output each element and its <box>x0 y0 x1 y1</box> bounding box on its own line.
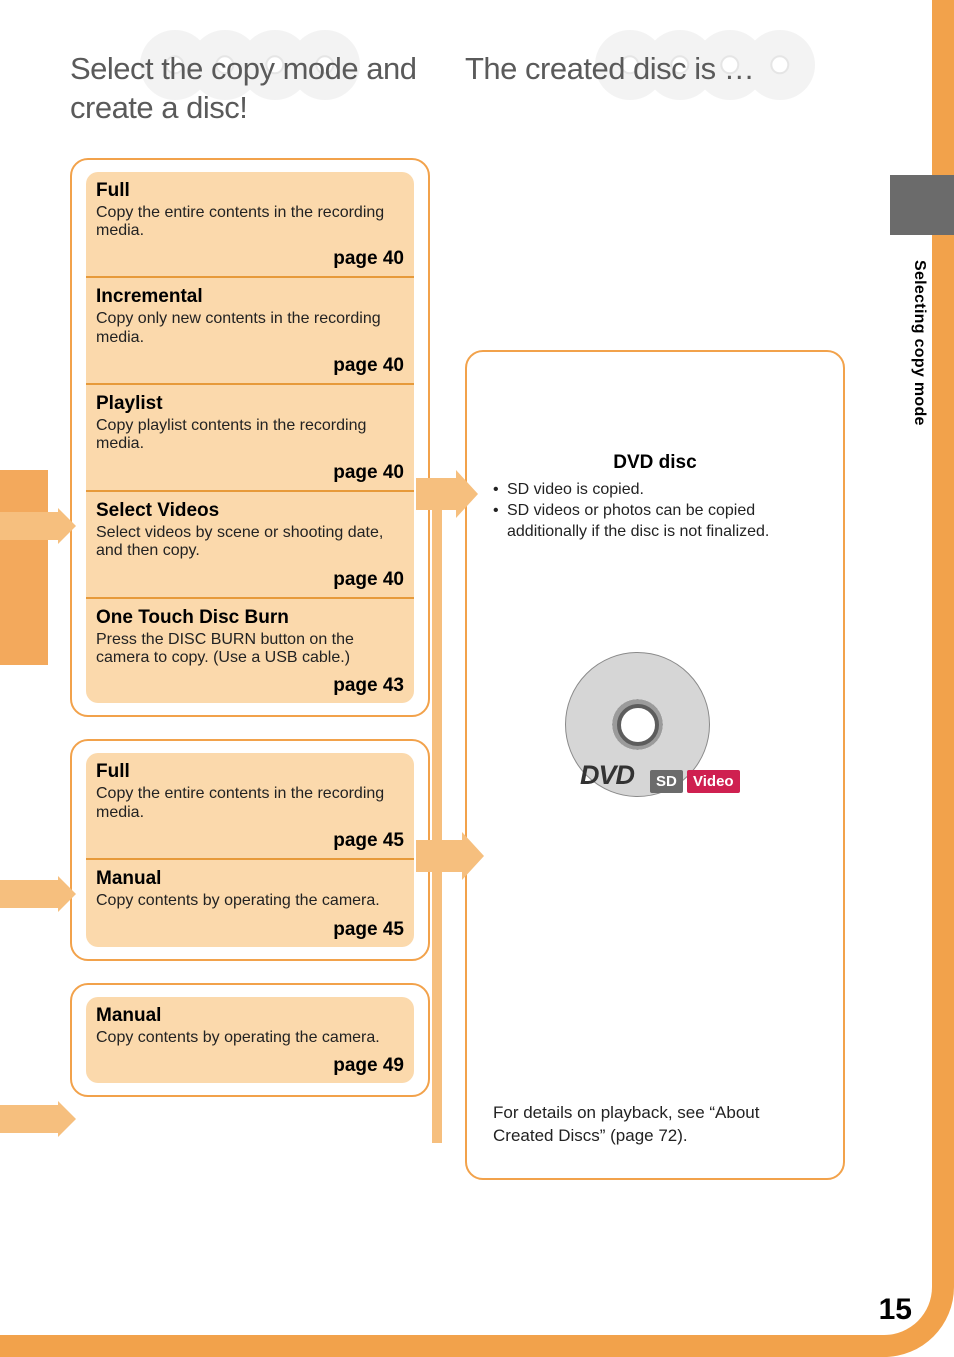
copy-mode-desc: Press the DISC BURN button on the camera… <box>96 631 404 668</box>
copy-mode-item[interactable]: Manual Copy contents by operating the cam… <box>86 997 414 1083</box>
copy-mode-group: Manual Copy contents by operating the cam… <box>70 983 430 1097</box>
copy-mode-group: FullCopy the entire contents in the reco… <box>70 158 430 718</box>
copy-mode-page-ref: page 40 <box>96 355 404 377</box>
copy-mode-page-ref: page 45 <box>96 830 404 852</box>
copy-mode-title: Incremental <box>96 286 404 308</box>
copy-mode-item[interactable]: IncrementalCopy only new contents in the… <box>86 276 414 383</box>
sd-tag: SD <box>650 770 683 793</box>
arrow-icon <box>0 880 58 908</box>
copy-mode-title: Select Videos <box>96 500 404 522</box>
copy-mode-title: Full <box>96 180 404 202</box>
copy-mode-title: Manual <box>96 868 404 890</box>
copy-mode-desc: Copy playlist contents in the recording … <box>96 417 404 454</box>
side-section-label: Selecting copy mode <box>910 260 928 426</box>
arrow-icon <box>416 840 462 872</box>
copy-mode-item[interactable]: PlaylistCopy playlist contents in the re… <box>86 383 414 490</box>
copy-mode-desc: Copy the entire contents in the recordin… <box>96 785 404 822</box>
copy-mode-page-ref: page 40 <box>96 569 404 591</box>
left-column-title: Select the copy mode and create a disc! <box>70 50 430 128</box>
left-edge-block <box>0 470 48 665</box>
created-disc-box: DVD disc SD video is copied.SD videos or… <box>465 350 845 1180</box>
copy-mode-page-ref: page 43 <box>96 675 404 697</box>
dvd-text-label: DVD <box>580 760 634 791</box>
copy-mode-page-ref: page 40 <box>96 248 404 270</box>
connector-line <box>432 478 442 1143</box>
copy-mode-desc: Copy only new contents in the recording … <box>96 310 404 347</box>
copy-mode-item[interactable]: FullCopy the entire contents in the reco… <box>86 753 414 858</box>
copy-mode-page-ref: page 45 <box>96 919 404 941</box>
disc-bullet: SD video is copied. <box>493 480 817 501</box>
copy-mode-item[interactable]: Manual Copy contents by operating the cam… <box>86 858 414 946</box>
copy-mode-desc: Copy contents by operating the camera. <box>96 1029 404 1047</box>
disc-heading: DVD disc <box>493 452 817 474</box>
right-column-title: The created disc is … <box>465 50 855 89</box>
side-tab <box>890 175 954 235</box>
dvd-illustration: DVD SD Video <box>565 652 745 822</box>
copy-mode-desc: Copy the entire contents in the recordin… <box>96 204 404 241</box>
copy-mode-item[interactable]: Select VideosSelect videos by scene or s… <box>86 490 414 597</box>
disc-footnote: For details on playback, see “About Crea… <box>493 1102 817 1148</box>
disc-bullet-list: SD video is copied.SD videos or photos c… <box>493 480 817 542</box>
left-column: Select the copy mode and create a disc! … <box>70 50 430 1119</box>
copy-mode-desc: Select videos by scene or shooting date,… <box>96 524 404 561</box>
copy-mode-page-ref: page 49 <box>96 1055 404 1077</box>
copy-mode-item[interactable]: One Touch Disc BurnPress the DISC BURN b… <box>86 597 414 704</box>
copy-mode-title: Playlist <box>96 393 404 415</box>
arrow-icon <box>0 512 58 540</box>
copy-mode-item[interactable]: FullCopy the entire contents in the reco… <box>86 172 414 277</box>
copy-mode-title: Full <box>96 761 404 783</box>
copy-mode-title: Manual <box>96 1005 404 1027</box>
right-column: The created disc is … DVD disc SD video … <box>465 50 855 89</box>
disc-bullet: SD videos or photos can be copied additi… <box>493 501 817 543</box>
copy-mode-desc: Copy contents by operating the camera. <box>96 892 404 910</box>
arrow-icon <box>0 1105 58 1133</box>
copy-mode-title: One Touch Disc Burn <box>96 607 404 629</box>
copy-mode-page-ref: page 40 <box>96 462 404 484</box>
copy-mode-group: FullCopy the entire contents in the reco… <box>70 739 430 960</box>
page-number: 15 <box>879 1293 912 1327</box>
video-tag: Video <box>687 770 740 793</box>
